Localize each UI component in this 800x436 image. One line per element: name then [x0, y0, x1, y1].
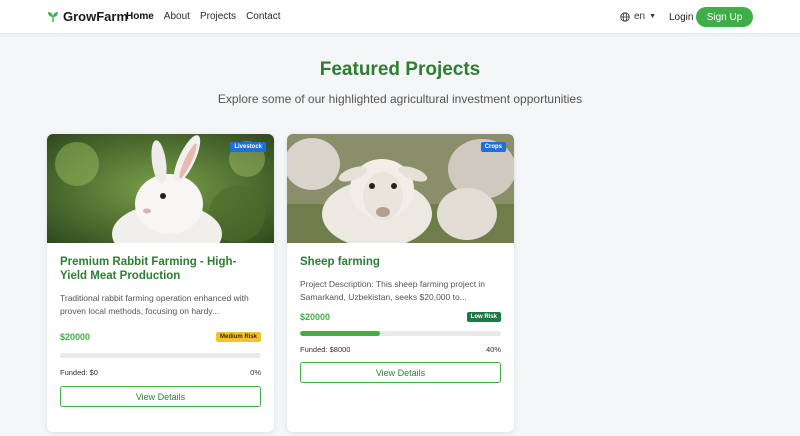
funded-amount: Funded: $0 — [60, 368, 98, 377]
funded-amount: Funded: $8000 — [300, 345, 351, 354]
project-title[interactable]: Sheep farming — [300, 255, 501, 269]
project-description: Project Description: This sheep farming … — [300, 279, 486, 302]
view-details-button[interactable]: View Details — [300, 362, 501, 383]
nav-projects[interactable]: Projects — [200, 11, 236, 22]
funding-progress-bar — [300, 331, 501, 336]
top-navbar: GrowFarm Home About Projects Contact en … — [0, 0, 800, 34]
nav-links: Home About Projects Contact — [126, 11, 291, 22]
brand-name: GrowFarm — [63, 9, 129, 24]
category-badge: Crops — [480, 142, 506, 152]
project-description: Traditional rabbit farming operation enh… — [60, 293, 249, 316]
funded-percent: 0% — [250, 368, 261, 377]
login-link[interactable]: Login — [669, 12, 693, 23]
caret-down-icon: ▼ — [649, 13, 657, 20]
language-label: en — [634, 11, 646, 22]
sheep-photo — [287, 134, 514, 243]
nav-contact[interactable]: Contact — [246, 11, 280, 22]
category-badge: Livestock — [230, 142, 266, 152]
project-title[interactable]: Premium Rabbit Farming - High-Yield Meat… — [60, 255, 261, 283]
funding-progress-bar — [60, 353, 261, 358]
project-price: $20000 — [300, 312, 331, 322]
risk-badge: Low Risk — [466, 312, 501, 322]
risk-badge: Medium Risk — [215, 332, 261, 342]
language-selector[interactable]: en ▼ — [620, 11, 656, 22]
nav-about[interactable]: About — [164, 11, 190, 22]
funded-row: Funded: $8000 40% — [300, 345, 501, 354]
project-price: $20000 — [60, 332, 91, 342]
section-title: Featured Projects — [319, 59, 481, 80]
price-row: $20000 Medium Risk — [60, 332, 261, 342]
price-row: $20000 Low Risk — [300, 312, 501, 322]
project-card-rabbit: Livestock Premium Rabbit Farming - High-… — [47, 134, 274, 432]
globe-icon — [620, 11, 630, 22]
brand-logo[interactable]: GrowFarm — [47, 9, 128, 24]
project-image-rabbit[interactable]: Livestock — [47, 134, 274, 243]
funded-row: Funded: $0 0% — [60, 368, 261, 377]
view-details-button[interactable]: View Details — [60, 386, 261, 407]
card-body: Premium Rabbit Farming - High-Yield Meat… — [47, 243, 274, 419]
signup-button[interactable]: Sign Up — [696, 7, 753, 27]
card-body: Sheep farming Project Description: This … — [287, 243, 514, 395]
nav-home[interactable]: Home — [126, 11, 154, 22]
project-image-sheep[interactable]: Crops — [287, 134, 514, 243]
funding-progress-fill — [300, 331, 381, 336]
project-card-sheep: Crops Sheep farming Project Description:… — [287, 134, 514, 432]
sprout-icon — [48, 11, 58, 22]
funded-percent: 40% — [485, 345, 501, 354]
section-subtitle: Explore some of our highlighted agricult… — [217, 92, 583, 106]
